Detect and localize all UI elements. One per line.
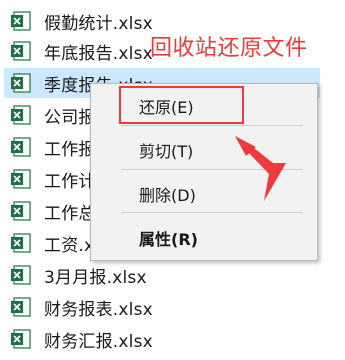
context-menu: 还原(E) 剪切(T) 删除(D) 属性(R) [90,83,318,261]
file-name: 工资.x [44,235,95,256]
file-name: 3月月报.xlsx [44,267,147,288]
file-item[interactable]: 财务汇报.xlsx [4,324,204,354]
excel-icon [11,265,31,285]
excel-icon [11,297,31,317]
menu-separator [121,212,303,213]
menu-separator [121,169,303,170]
excel-icon [11,329,31,349]
file-name: 工作报 [44,139,96,160]
file-name: 工作计 [44,171,96,192]
annotation-title: 回收站还原文件 [150,36,308,61]
excel-icon [11,137,31,157]
file-name: 假勤统计.xlsx [44,13,153,34]
file-name: 财务汇报.xlsx [44,331,153,352]
menu-item-restore[interactable]: 还原(E) [139,94,194,118]
file-name: 年底报告.xlsx [44,43,153,64]
excel-icon [11,41,31,61]
file-item[interactable]: 3月月报.xlsx [4,260,204,290]
file-item[interactable]: 财务报表.xlsx [4,292,204,322]
excel-icon [11,169,31,189]
menu-item-properties[interactable]: 属性(R) [139,226,198,250]
menu-item-delete[interactable]: 删除(D) [139,182,196,206]
excel-icon [11,11,31,31]
menu-item-cut[interactable]: 剪切(T) [139,138,193,162]
file-name: 财务报表.xlsx [44,299,153,320]
excel-icon [11,73,31,93]
menu-separator [121,125,303,126]
excel-icon [11,201,31,221]
excel-icon [11,233,31,253]
file-name: 工作总 [44,203,96,224]
file-name: 公司报 [44,107,96,128]
excel-icon [11,105,31,125]
